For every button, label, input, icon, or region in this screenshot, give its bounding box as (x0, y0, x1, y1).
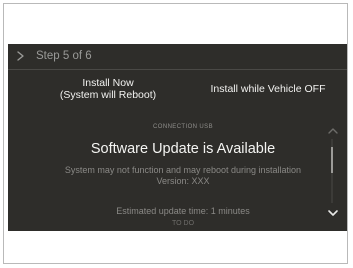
install-now-button[interactable]: Install Now (System will Reboot) (48, 77, 168, 101)
update-warning: System may not function and may reboot d… (64, 165, 302, 175)
infotainment-screen: Step 5 of 6 Install Now (System will Reb… (8, 44, 347, 231)
install-now-label: Install Now (82, 77, 134, 89)
install-vehicle-off-button[interactable]: Install while Vehicle OFF (203, 83, 333, 95)
chevron-up-icon-glyph (328, 128, 338, 134)
estimated-time-subtext: TO DO (171, 220, 195, 227)
chevron-down-icon-glyph (328, 210, 338, 216)
chevron-right-icon[interactable] (14, 48, 28, 64)
chevron-up-icon[interactable] (326, 123, 340, 134)
scrollbar-thumb[interactable] (331, 147, 333, 173)
update-description: System may not function and may reboot d… (33, 165, 333, 187)
scrollbar[interactable] (331, 139, 333, 203)
header-divider (8, 69, 347, 70)
update-title: Software Update is Available (90, 141, 276, 157)
chevron-right-icon-glyph (17, 51, 24, 61)
update-version: Version: XXX (156, 176, 210, 186)
chevron-down-icon[interactable] (326, 205, 340, 216)
step-header: Step 5 of 6 (8, 44, 347, 68)
connection-caption: CONNECTION USB (153, 124, 213, 130)
estimated-time: Estimated update time: 1 minutes (116, 206, 250, 216)
step-indicator: Step 5 of 6 (36, 50, 92, 62)
install-now-sublabel: (System will Reboot) (59, 89, 157, 101)
